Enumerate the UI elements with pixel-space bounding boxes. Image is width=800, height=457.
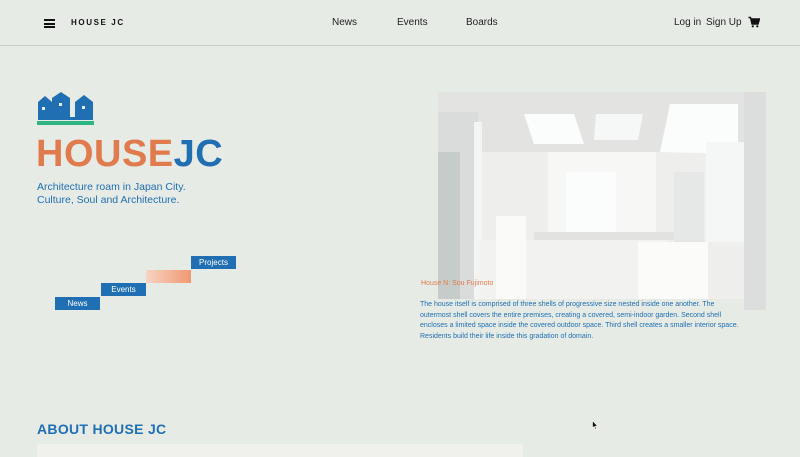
signup-link[interactable]: Sign Up: [706, 17, 742, 28]
stair-gradient-step: [146, 270, 191, 283]
hero-tagline: Architecture roam in Japan City. Culture…: [37, 181, 186, 207]
hero-title-jc: JC: [173, 133, 224, 175]
hero-title: HOUSEJC: [36, 135, 223, 173]
tagline-line-1: Architecture roam in Japan City.: [37, 181, 186, 193]
about-panel: [37, 444, 523, 457]
news-button[interactable]: News: [55, 297, 100, 310]
events-button[interactable]: Events: [101, 283, 146, 296]
mouse-cursor-icon: [592, 420, 598, 430]
login-link[interactable]: Log in: [674, 17, 701, 28]
hamburger-menu-icon[interactable]: [44, 19, 55, 28]
photo-caption: House N: Sou Fujimoto: [421, 280, 494, 287]
about-title: ABOUT HOUSE JC: [37, 421, 167, 437]
nav-boards[interactable]: Boards: [466, 17, 498, 28]
nav-news[interactable]: News: [332, 17, 357, 28]
cart-icon[interactable]: [748, 16, 760, 28]
tagline-line-2: Culture, Soul and Architecture.: [37, 194, 180, 206]
nav-events[interactable]: Events: [397, 17, 428, 28]
photo-description: The house itself is comprised of three s…: [420, 299, 744, 342]
house-n-photo: [438, 92, 766, 310]
hero-title-house: HOUSE: [36, 133, 174, 175]
top-header: HOUSE JC News Events Boards Log in Sign …: [0, 0, 800, 46]
houses-logo-icon: [37, 92, 94, 125]
projects-button[interactable]: Projects: [191, 256, 236, 269]
brand-name[interactable]: HOUSE JC: [71, 18, 125, 27]
